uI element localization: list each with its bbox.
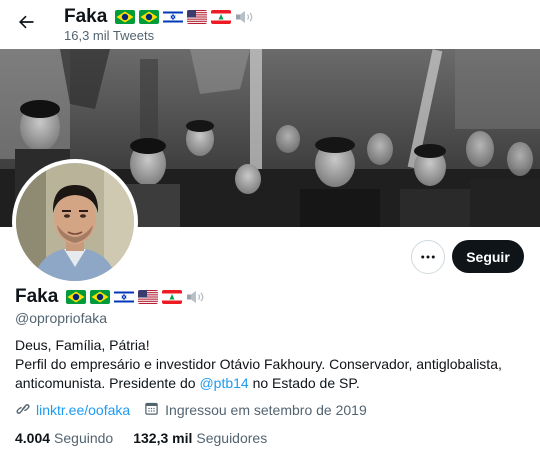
brazil-flag-icon <box>66 290 87 304</box>
bio-text: no Estado de SP. <box>248 375 360 391</box>
back-arrow-icon[interactable] <box>12 8 40 36</box>
brazil-flag-icon <box>90 290 111 304</box>
calendar-icon <box>144 401 159 419</box>
profile-url-link[interactable]: linktr.ee/oofaka <box>36 402 130 418</box>
brazil-flag-icon <box>139 10 160 24</box>
lebanon-flag-icon <box>162 290 183 304</box>
more-dots-icon <box>421 255 435 259</box>
profile-meta: linktr.ee/oofaka Ingressou em setembro d… <box>15 401 367 419</box>
followers-count: 132,3 mil <box>133 430 193 446</box>
profile-avatar[interactable] <box>12 159 138 285</box>
lebanon-flag-icon <box>211 10 232 24</box>
speaker-icon <box>235 10 257 24</box>
profile-handle: @opropriofaka <box>15 310 108 326</box>
header-title-row: Faka <box>64 5 257 29</box>
followers-link[interactable]: 132,3 mil Seguidores <box>133 430 267 446</box>
profile-name-row: Faka <box>15 286 208 308</box>
followers-label: Seguidores <box>196 430 268 446</box>
tweet-count: 16,3 mil Tweets <box>64 28 155 43</box>
profile-bio: Deus, Família, Pátria! Perfil do empresá… <box>15 336 530 393</box>
israel-flag-icon <box>114 290 135 304</box>
israel-flag-icon <box>163 10 184 24</box>
more-options-button[interactable] <box>411 240 445 274</box>
header-name: Faka <box>64 6 108 27</box>
avatar-image <box>16 163 134 281</box>
following-count: 4.004 <box>15 430 51 446</box>
joined-date: Ingressou em setembro de 2019 <box>165 402 367 418</box>
bio-mention-link[interactable]: @ptb14 <box>199 375 248 391</box>
link-icon <box>15 401 31 420</box>
follow-counts: 4.004 Seguindo 132,3 mil Seguidores <box>15 429 267 447</box>
speaker-icon <box>186 290 208 304</box>
brazil-flag-icon <box>115 10 136 24</box>
profile-name: Faka <box>15 286 59 307</box>
follow-button[interactable]: Seguir <box>452 240 524 273</box>
usa-flag-icon <box>187 10 208 24</box>
following-link[interactable]: 4.004 Seguindo <box>15 430 113 446</box>
usa-flag-icon <box>138 290 159 304</box>
top-bar: Faka 16,3 mil Tweets <box>0 0 540 48</box>
bio-line: Perfil do empresário e investidor Otávio… <box>15 355 530 393</box>
bio-line: Deus, Família, Pátria! <box>15 337 150 353</box>
following-label: Seguindo <box>54 430 114 446</box>
